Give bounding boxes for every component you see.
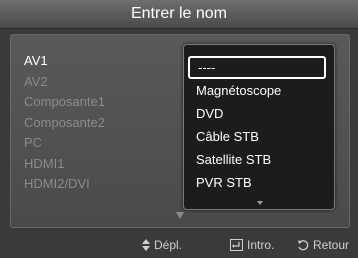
move-hint: Dépl. <box>142 238 182 252</box>
input-item-composante2[interactable]: Composante2 <box>24 113 105 134</box>
input-item-av1[interactable]: AV1 <box>24 51 105 72</box>
dropdown-more-arrow-icon[interactable] <box>257 201 263 205</box>
enter-hint: Intro. <box>230 238 274 252</box>
input-item-composante1[interactable]: Composante1 <box>24 92 105 113</box>
name-option-cable-stb[interactable]: Câble STB <box>188 125 326 148</box>
name-option-none[interactable]: ---- <box>188 56 326 79</box>
return-icon <box>298 240 309 251</box>
enter-icon <box>230 239 243 251</box>
name-option-satellite-stb[interactable]: Satellite STB <box>188 148 326 171</box>
name-option-list: ---- Magnétoscope DVD Câble STB Satellit… <box>188 56 326 194</box>
input-item-hdmi2-dvi[interactable]: HDMI2/DVI <box>24 174 105 195</box>
input-item-pc[interactable]: PC <box>24 133 105 154</box>
input-item-av2[interactable]: AV2 <box>24 72 105 93</box>
return-hint-label: Retour <box>313 238 350 252</box>
move-hint-label: Dépl. <box>154 238 183 252</box>
osd-window: Entrer le nom AV1 AV2 Composante1 Compos… <box>0 0 358 258</box>
up-down-arrow-icon <box>142 239 150 251</box>
footer-hints: Dépl. Intro. Retour <box>0 232 358 258</box>
name-option-magnetoscope[interactable]: Magnétoscope <box>188 79 326 102</box>
enter-hint-label: Intro. <box>247 238 275 252</box>
window-title: Entrer le nom <box>0 0 358 29</box>
name-dropdown: ---- Magnétoscope DVD Câble STB Satellit… <box>183 44 335 210</box>
scroll-down-arrow-icon[interactable] <box>176 212 184 219</box>
return-hint: Retour <box>297 238 349 252</box>
input-item-hdmi1[interactable]: HDMI1 <box>24 154 105 175</box>
name-option-dvd[interactable]: DVD <box>188 102 326 125</box>
input-source-list: AV1 AV2 Composante1 Composante2 PC HDMI1… <box>24 51 105 195</box>
name-option-pvr-stb[interactable]: PVR STB <box>188 171 326 194</box>
